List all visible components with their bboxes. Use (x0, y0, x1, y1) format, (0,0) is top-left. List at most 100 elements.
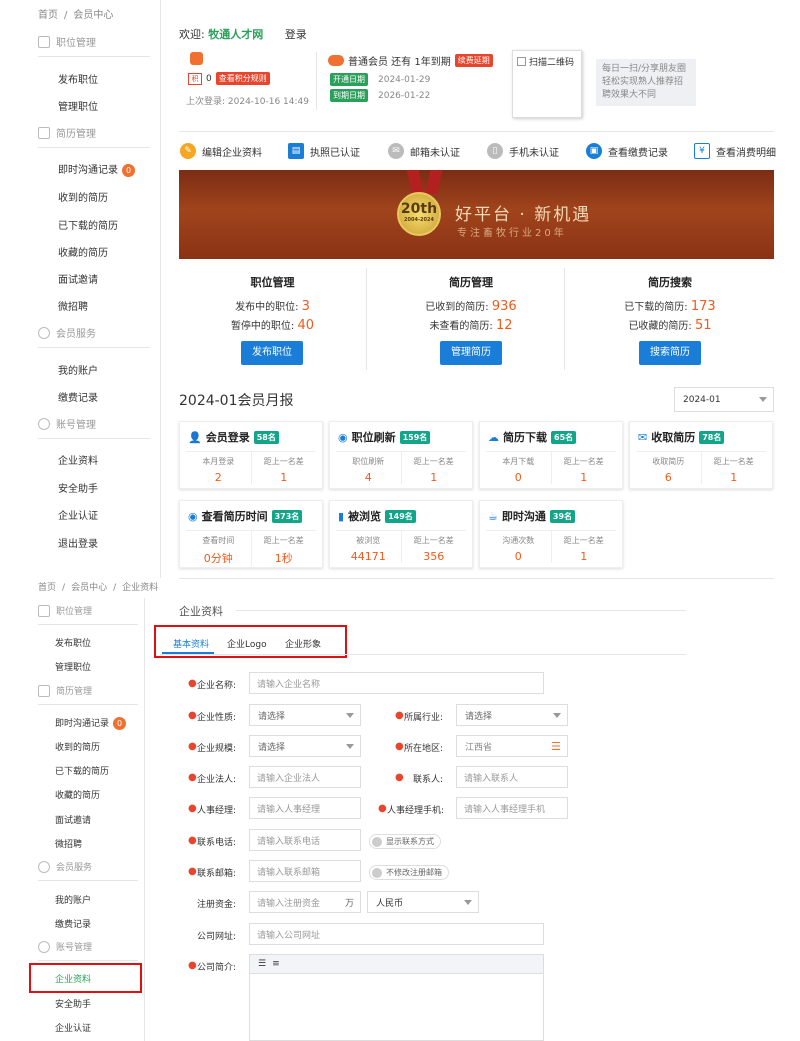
website-input[interactable]: 请输入公司网址 (249, 923, 544, 945)
card-value: 44171 (350, 550, 386, 563)
card-value: 0 (514, 471, 522, 484)
sidebar2-item[interactable]: 发布职位 (55, 636, 91, 649)
sidebar2-item[interactable]: 收到的简历 (55, 740, 100, 753)
phone-icon[interactable] (190, 52, 203, 65)
show-contact-toggle[interactable]: 显示联系方式 (369, 834, 441, 849)
cup-icon: ☕ (488, 509, 498, 523)
sidebar-divider (144, 598, 145, 1041)
company-scale-select[interactable]: 请选择 (249, 735, 361, 757)
sidebar2-item[interactable]: 我的账户 (55, 893, 91, 906)
sidebar2-item[interactable]: 即时沟通记录 0 (55, 716, 127, 730)
sidebar-item-account[interactable]: 我的账户 (58, 362, 98, 377)
legal-rep-input[interactable]: 请输入企业法人 (249, 766, 361, 788)
tab-image[interactable]: 企业形象 (285, 637, 321, 650)
rank-badge: 39名 (549, 509, 576, 523)
sidebar-item-security[interactable]: 安全助手 (58, 480, 98, 495)
card-header: ◉ 查看简历时间 373名 (180, 501, 322, 524)
sidebar-item-logout[interactable]: 退出登录 (58, 535, 98, 550)
sidebar-item-chat-log[interactable]: 即时沟通记录 0 (58, 161, 135, 177)
phone-input[interactable]: 请输入联系电话 (249, 829, 361, 851)
stat-value[interactable]: 173 (691, 299, 716, 314)
quicklink-license[interactable]: ▤ 执照已认证 (288, 143, 360, 159)
search-resumes-button[interactable]: 搜索简历 (639, 341, 701, 365)
sidebar2-item[interactable]: 安全助手 (55, 997, 91, 1010)
field-label: 人事经理: (196, 806, 236, 816)
post-job-button[interactable]: 发布职位 (241, 341, 303, 365)
stat-jobs: 职位管理 发布中的职位: 3 暂停中的职位: 40 (179, 274, 366, 333)
sidebar2-section: 职位管理 (38, 604, 92, 617)
sidebar-item-downloaded[interactable]: 已下载的简历 (58, 217, 118, 232)
stat-value[interactable]: 51 (695, 318, 712, 333)
gear-icon (38, 940, 50, 953)
bullet-list-icon[interactable]: ≡ (272, 959, 280, 969)
quicklink-email[interactable]: ✉ 邮箱未认证 (388, 143, 460, 159)
breadcrumb-member[interactable]: 会员中心 (71, 583, 107, 593)
sidebar-item-verify[interactable]: 企业认证 (58, 507, 98, 522)
stat-label: 暂停中的职位: (230, 321, 295, 332)
currency-select[interactable]: 人民币 (367, 891, 479, 913)
hr-manager-input[interactable]: 请输入人事经理 (249, 797, 361, 819)
stat-value[interactable]: 936 (492, 299, 517, 314)
sidebar-item-interviews[interactable]: 面试邀请 (58, 271, 98, 286)
divider (38, 147, 150, 148)
field-label: 所属行业: (403, 713, 443, 723)
email-input[interactable]: 请输入联系邮箱 (249, 860, 361, 882)
tab-logo[interactable]: 企业Logo (227, 637, 267, 650)
hr-phone-input[interactable]: 请输入人事经理手机 (456, 797, 568, 819)
stats-divider (564, 268, 565, 370)
renew-button[interactable]: 续费延期 (454, 54, 493, 67)
breadcrumb-home[interactable]: 首页 (38, 583, 56, 593)
field-label: 企业法人: (196, 775, 236, 785)
quicklink-phone[interactable]: ▯ 手机未认证 (487, 143, 559, 159)
stat-value[interactable]: 3 (302, 299, 310, 314)
sidebar-item-manage-jobs[interactable]: 管理职位 (58, 98, 98, 113)
region-select[interactable]: 江西省 ☰ (456, 735, 568, 757)
sidebar2-item[interactable]: 微招聘 (55, 837, 82, 850)
keep-email-toggle[interactable]: 不修改注册邮箱 (369, 865, 449, 880)
sidebar-item-payments[interactable]: 缴费记录 (58, 389, 98, 404)
ordered-list-icon[interactable]: ☰ (258, 959, 266, 969)
points-rule-button[interactable]: 查看积分规则 (215, 72, 270, 85)
month-select[interactable]: 2024-01 (674, 387, 774, 412)
quicklink-consumption[interactable]: ¥ 查看消费明细 (694, 143, 776, 159)
quicklink-label: 邮箱未认证 (410, 147, 460, 159)
sidebar2-item[interactable]: 管理职位 (55, 660, 91, 673)
header-divider (316, 52, 317, 110)
quicklink-payments[interactable]: ▣ 查看缴费记录 (586, 143, 668, 159)
capital-input[interactable]: 请输入注册资金 万 (249, 891, 361, 913)
stat-value[interactable]: 40 (298, 318, 315, 333)
card-value: 1 (580, 471, 588, 484)
breadcrumb-home[interactable]: 首页 (38, 10, 58, 21)
qr-code-box[interactable]: 扫描二维码 (512, 50, 582, 118)
company-name-input[interactable]: 请输入企业名称 (249, 672, 544, 694)
sidebar2-item[interactable]: 收藏的简历 (55, 788, 100, 801)
divider (38, 960, 138, 961)
sidebar-item-post-job[interactable]: 发布职位 (58, 71, 98, 86)
card-col: 距上一名差 1 (552, 452, 617, 484)
manage-resumes-button[interactable]: 管理简历 (440, 341, 502, 365)
quicklink-label: 手机未认证 (509, 147, 559, 159)
sidebar-item-company-profile[interactable]: 企业资料 (58, 452, 98, 467)
capital-unit: 万 (344, 898, 354, 909)
card-label: 距上一名差 (563, 536, 604, 545)
contact-input[interactable]: 请输入联系人 (456, 766, 568, 788)
card-title: 即时沟通 (501, 510, 546, 523)
sidebar-item-received[interactable]: 收到的简历 (58, 189, 108, 204)
sidebar2-item[interactable]: 缴费记录 (55, 917, 91, 930)
intro-editor[interactable]: ☰ ≡ (249, 954, 544, 1041)
login-link[interactable]: 登录 (285, 28, 307, 41)
tab-basic-info[interactable]: 基本资料 (173, 637, 209, 650)
sidebar2-item[interactable]: 面试邀请 (55, 813, 91, 826)
refresh-icon: ◉ (338, 430, 348, 444)
industry-select[interactable]: 请选择 (456, 704, 568, 726)
sidebar2-item[interactable]: 已下载的简历 (55, 764, 109, 777)
card-label: 被浏览 (356, 536, 381, 545)
sidebar-item-favorites[interactable]: 收藏的简历 (58, 244, 108, 259)
quicklink-edit-profile[interactable]: ✎ 编辑企业资料 (180, 143, 262, 159)
stat-value[interactable]: 12 (496, 318, 513, 333)
promo-banner[interactable]: 20th 2004-2024 好平台 · 新机遇 专注畜牧行业20年 (179, 170, 774, 259)
company-nature-select[interactable]: 请选择 (249, 704, 361, 726)
select-value: 请选择 (465, 711, 493, 722)
sidebar2-item[interactable]: 企业认证 (55, 1021, 91, 1034)
sidebar-item-micro-recruit[interactable]: 微招聘 (58, 298, 88, 313)
